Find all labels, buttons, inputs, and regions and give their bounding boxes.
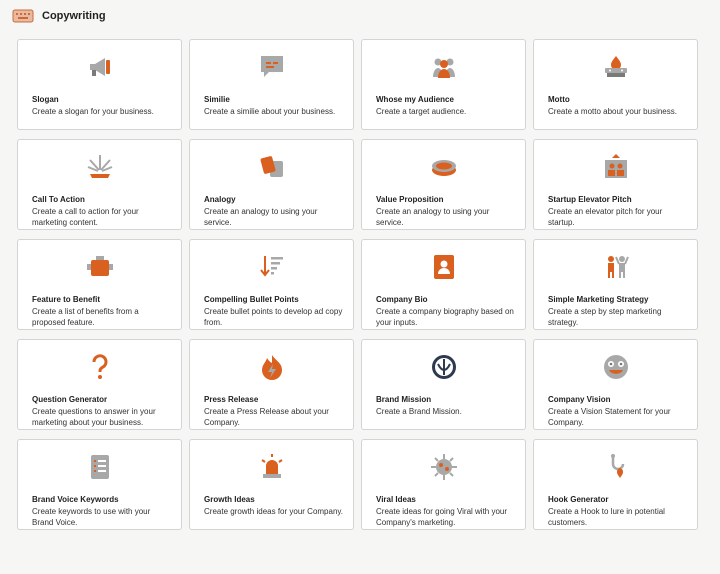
fishing-hook-icon	[601, 452, 631, 482]
tool-card-viral-ideas[interactable]: Viral Ideas Create ideas for going Viral …	[361, 439, 526, 530]
tool-card-motto[interactable]: Motto Create a motto about your business.	[533, 39, 698, 130]
card-description: Create a Brand Mission.	[376, 407, 462, 416]
cards-icon	[257, 152, 287, 182]
card-description: Create an analogy to using your service.	[376, 207, 490, 227]
card-description: Create a Hook to lure in potential custo…	[548, 507, 665, 527]
card-title: Question Generator	[32, 395, 108, 404]
tool-card-brand-mission[interactable]: Brand Mission Create a Brand Mission.	[361, 339, 526, 430]
checklist-icon	[85, 452, 115, 482]
card-title: Similie	[204, 95, 230, 104]
emblem-icon	[429, 352, 459, 382]
tool-card-feature-to-benefit[interactable]: Feature to Benefit Create a list of benef…	[17, 239, 182, 330]
card-title: Simple Marketing Strategy	[548, 295, 649, 304]
tool-card-compelling-bullet-points[interactable]: Compelling Bullet Points Create bullet po…	[189, 239, 354, 330]
card-title: Brand Voice Keywords	[32, 495, 119, 504]
card-description: Create ideas for going Viral with your C…	[376, 507, 508, 527]
toolbox-icon	[85, 252, 115, 282]
card-title: Startup Elevator Pitch	[548, 195, 632, 204]
card-description: Create a call to action for your marketi…	[32, 207, 139, 227]
card-title: Press Release	[204, 395, 259, 404]
card-title: Brand Mission	[376, 395, 432, 404]
people-cheer-icon	[601, 252, 631, 282]
chat-bubble-icon	[257, 52, 287, 82]
tool-grid: Slogan Create a slogan for your business.…	[17, 39, 699, 530]
megaphone-icon	[85, 52, 115, 82]
card-title: Hook Generator	[548, 495, 609, 504]
face-icon	[601, 352, 631, 382]
card-description: Create a motto about your business.	[548, 107, 677, 116]
card-description: Create keywords to use with your Brand V…	[32, 507, 151, 527]
card-description: Create an elevator pitch for your startu…	[548, 207, 663, 227]
card-title: Company Bio	[376, 295, 428, 304]
section-title: Copywriting	[42, 10, 106, 22]
tool-card-growth-ideas[interactable]: Growth Ideas Create growth ideas for your…	[189, 439, 354, 530]
tool-card-brand-voice-keywords[interactable]: Brand Voice Keywords Create keywords to u…	[17, 439, 182, 530]
card-description: Create bullet points to develop ad copy …	[204, 307, 343, 327]
tool-card-hook-generator[interactable]: Hook Generator Create a Hook to lure in p…	[533, 439, 698, 530]
elevator-icon	[601, 152, 631, 182]
card-title: Growth Ideas	[204, 495, 255, 504]
card-title: Feature to Benefit	[32, 295, 101, 304]
contact-book-icon	[429, 252, 459, 282]
question-icon	[85, 352, 115, 382]
card-description: Create a Vision Statement for your Compa…	[548, 407, 671, 427]
card-title: Analogy	[204, 195, 236, 204]
burst-icon	[85, 152, 115, 182]
card-title: Slogan	[32, 95, 59, 104]
card-title: Call To Action	[32, 195, 85, 204]
card-description: Create a list of benefits from a propose…	[32, 307, 139, 327]
card-description: Create growth ideas for your Company.	[204, 507, 344, 516]
tool-card-value-proposition[interactable]: Value Proposition Create an analogy to us…	[361, 139, 526, 230]
card-description: Create a target audience.	[376, 107, 467, 116]
keyboard-icon	[12, 8, 34, 24]
tool-card-company-vision[interactable]: Company Vision Create a Vision Statement …	[533, 339, 698, 430]
fire-bolt-icon	[257, 352, 287, 382]
sort-list-icon	[257, 252, 287, 282]
card-description: Create a Press Release about your Compan…	[204, 407, 329, 427]
tool-card-call-to-action[interactable]: Call To Action Create a call to action fo…	[17, 139, 182, 230]
card-description: Create a step by step marketing strategy…	[548, 307, 662, 327]
tool-card-question-generator[interactable]: Question Generator Create questions to an…	[17, 339, 182, 430]
tool-card-similie[interactable]: Similie Create a similie about your busin…	[189, 39, 354, 130]
card-title: Compelling Bullet Points	[204, 295, 299, 304]
card-title: Value Proposition	[376, 195, 444, 204]
card-title: Motto	[548, 95, 570, 104]
tool-card-startup-elevator-pitch[interactable]: Startup Elevator Pitch Create an elevator…	[533, 139, 698, 230]
audience-icon	[429, 52, 459, 82]
card-title: Company Vision	[548, 395, 611, 404]
card-description: Create a slogan for your business.	[32, 107, 154, 116]
section-header: Copywriting	[12, 6, 106, 26]
siren-icon	[257, 452, 287, 482]
tool-card-company-bio[interactable]: Company Bio Create a company biography ba…	[361, 239, 526, 330]
card-description: Create an analogy to using your service.	[204, 207, 318, 227]
card-title: Whose my Audience	[376, 95, 454, 104]
card-description: Create a company biography based on your…	[376, 307, 514, 327]
tool-card-whose-my-audience[interactable]: Whose my Audience Create a target audienc…	[361, 39, 526, 130]
tool-card-simple-marketing-strategy[interactable]: Simple Marketing Strategy Create a step b…	[533, 239, 698, 330]
tool-card-slogan[interactable]: Slogan Create a slogan for your business.	[17, 39, 182, 130]
card-description: Create questions to answer in your marke…	[32, 407, 156, 427]
coin-icon	[429, 152, 459, 182]
virus-icon	[429, 452, 459, 482]
tool-card-analogy[interactable]: Analogy Create an analogy to using your s…	[189, 139, 354, 230]
card-description: Create a similie about your business.	[204, 107, 336, 116]
card-title: Viral Ideas	[376, 495, 416, 504]
tool-card-press-release[interactable]: Press Release Create a Press Release abou…	[189, 339, 354, 430]
flame-stage-icon	[601, 52, 631, 82]
